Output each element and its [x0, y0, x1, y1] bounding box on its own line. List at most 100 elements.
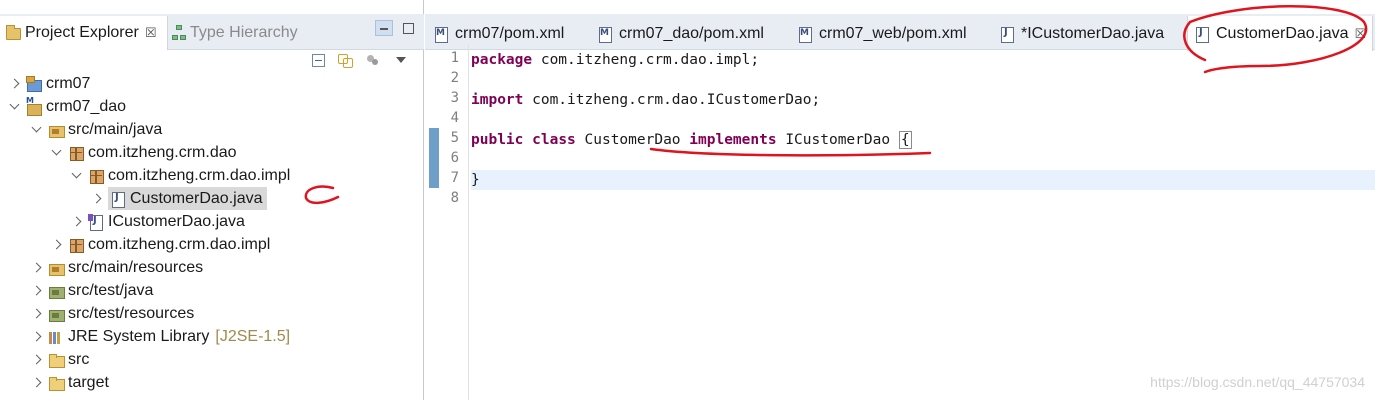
- chevron-down-icon[interactable]: [68, 168, 84, 184]
- chevron-down-icon[interactable]: [6, 99, 22, 115]
- tab-label: crm07_dao/pom.xml: [619, 25, 764, 42]
- tree-item-jre-library[interactable]: JRE System Library [J2SE-1.5]: [28, 325, 290, 348]
- chevron-right-icon[interactable]: [68, 214, 84, 230]
- change-bar: [429, 128, 439, 188]
- line-number: 6: [450, 150, 459, 166]
- chevron-down-icon[interactable]: [48, 145, 64, 161]
- line-number: 5: [450, 130, 459, 146]
- java-file-icon: [999, 26, 1015, 43]
- source-folder-icon: [48, 122, 65, 138]
- line-number: 1: [450, 50, 459, 66]
- tree-item-label: com.itzheng.crm.dao: [88, 143, 237, 161]
- keyword: class: [532, 132, 576, 148]
- tree-item-icustomerdao-java[interactable]: ICustomerDao.java: [68, 210, 245, 233]
- test-folder-icon: [48, 283, 65, 299]
- tree-item-label: src/main/java: [68, 120, 163, 138]
- tree-item-package-dao-impl[interactable]: com.itzheng.crm.dao.impl: [68, 164, 290, 187]
- package-icon: [68, 145, 84, 161]
- line-number: 8: [450, 190, 459, 206]
- collapse-all-icon[interactable]: [312, 53, 325, 67]
- chevron-right-icon[interactable]: [28, 260, 44, 276]
- line-number: 4: [450, 110, 459, 126]
- line-number: 7: [450, 170, 459, 186]
- editor-pane: crm07/pom.xml crm07_dao/pom.xml crm07_we…: [425, 0, 1375, 400]
- tree-item-label: ICustomerDao.java: [108, 212, 245, 230]
- tree-item-crm07-dao[interactable]: crm07_dao: [6, 95, 126, 118]
- tree-item-src-main-java[interactable]: src/main/java: [28, 118, 162, 141]
- hierarchy-icon: [172, 25, 186, 41]
- focus-task-icon[interactable]: [365, 52, 381, 68]
- keyword: import: [471, 92, 524, 108]
- chevron-right-icon[interactable]: [28, 352, 44, 368]
- tab-label: *ICustomerDao.java: [1021, 25, 1165, 42]
- maven-pom-icon: [797, 26, 813, 43]
- chevron-right-icon[interactable]: [28, 375, 44, 391]
- interface-name: ICustomerDao: [776, 132, 899, 148]
- tree-item-src-main-resources[interactable]: src/main/resources: [28, 256, 203, 279]
- close-icon[interactable]: ☒: [145, 25, 157, 41]
- explorer-toolbar: [312, 50, 409, 70]
- chevron-right-icon[interactable]: [48, 237, 64, 253]
- library-icon: [48, 329, 64, 345]
- code-text: com.itzheng.crm.dao.ICustomerDao;: [523, 92, 821, 108]
- chevron-right-icon[interactable]: [28, 329, 44, 345]
- maximize-icon[interactable]: [403, 22, 414, 34]
- tree-item-customerdao-java[interactable]: CustomerDao.java: [88, 187, 267, 210]
- view-window-controls: [375, 20, 414, 36]
- tree-item-label: CustomerDao.java: [130, 189, 263, 207]
- tree-item-label: crm07_dao: [46, 97, 127, 115]
- folder-icon: [6, 25, 21, 40]
- tree-item-target[interactable]: target: [28, 371, 109, 394]
- maven-pom-icon: [433, 26, 449, 43]
- interface-file-icon: [88, 213, 104, 231]
- chevron-right-icon[interactable]: [28, 306, 44, 322]
- matching-brace: {: [898, 131, 912, 149]
- code-line-7: }: [471, 170, 1375, 190]
- tree-item-package-impl[interactable]: com.itzheng.crm.dao.impl: [48, 233, 270, 256]
- source-folder-icon: [48, 260, 65, 276]
- tree-item-label: JRE System Library: [68, 327, 210, 345]
- tree-item-src-test-resources[interactable]: src/test/resources: [28, 302, 194, 325]
- maven-project-icon: [26, 96, 42, 116]
- tree-item-label: src: [68, 350, 90, 368]
- code-line-1: package com.itzheng.crm.dao.impl;: [471, 50, 1375, 70]
- link-with-editor-icon[interactable]: [337, 52, 353, 68]
- selected-highlight: CustomerDao.java: [108, 187, 267, 210]
- line-number-gutter: 1 2 3 4 5 6 7 8: [425, 44, 469, 400]
- view-menu-icon[interactable]: [393, 52, 409, 68]
- line-number: 3: [450, 90, 459, 106]
- java-file-icon: [110, 191, 126, 208]
- tab-label: Type Hierarchy: [190, 24, 298, 41]
- tab-label: Project Explorer: [25, 24, 139, 41]
- code-text: com.itzheng.crm.dao.impl;: [532, 52, 760, 68]
- package-icon: [88, 168, 104, 184]
- code-text: }: [471, 172, 480, 188]
- keyword: package: [471, 52, 533, 68]
- test-folder-icon: [48, 306, 65, 322]
- code-editor[interactable]: package com.itzheng.crm.dao.impl; import…: [471, 44, 1375, 400]
- tree-item-label: src/test/resources: [68, 304, 195, 322]
- folder-icon: [48, 352, 65, 368]
- chevron-right-icon[interactable]: [6, 76, 22, 92]
- tree-item-src-test-java[interactable]: src/test/java: [28, 279, 153, 302]
- project-explorer-pane: Project Explorer ☒ Type Hierarchy crm07: [0, 0, 424, 400]
- jre-version-decoration: [J2SE-1.5]: [215, 327, 291, 345]
- tree-item-label: src/test/java: [68, 281, 154, 299]
- package-icon: [68, 237, 84, 253]
- chevron-down-icon[interactable]: [28, 122, 44, 138]
- code-line-3: import com.itzheng.crm.dao.ICustomerDao;: [471, 90, 1375, 110]
- tree-item-label: com.itzheng.crm.dao.impl: [108, 166, 291, 184]
- tree-item-package-dao[interactable]: com.itzheng.crm.dao: [48, 141, 237, 164]
- line-number: 2: [450, 70, 459, 86]
- left-tab-bar: Project Explorer ☒ Type Hierarchy: [0, 14, 424, 50]
- close-icon[interactable]: ☒: [1355, 26, 1367, 42]
- tab-type-hierarchy[interactable]: Type Hierarchy: [170, 16, 298, 50]
- tree-item-crm07[interactable]: crm07: [6, 72, 90, 95]
- minimize-icon[interactable]: [375, 20, 393, 36]
- tree-item-src[interactable]: src: [28, 348, 89, 371]
- chevron-right-icon[interactable]: [28, 283, 44, 299]
- tab-project-explorer[interactable]: Project Explorer ☒: [0, 16, 168, 50]
- code-line-5: public class CustomerDao implements ICus…: [471, 130, 1375, 150]
- java-file-icon: [1194, 26, 1210, 43]
- chevron-right-icon[interactable]: [88, 191, 104, 207]
